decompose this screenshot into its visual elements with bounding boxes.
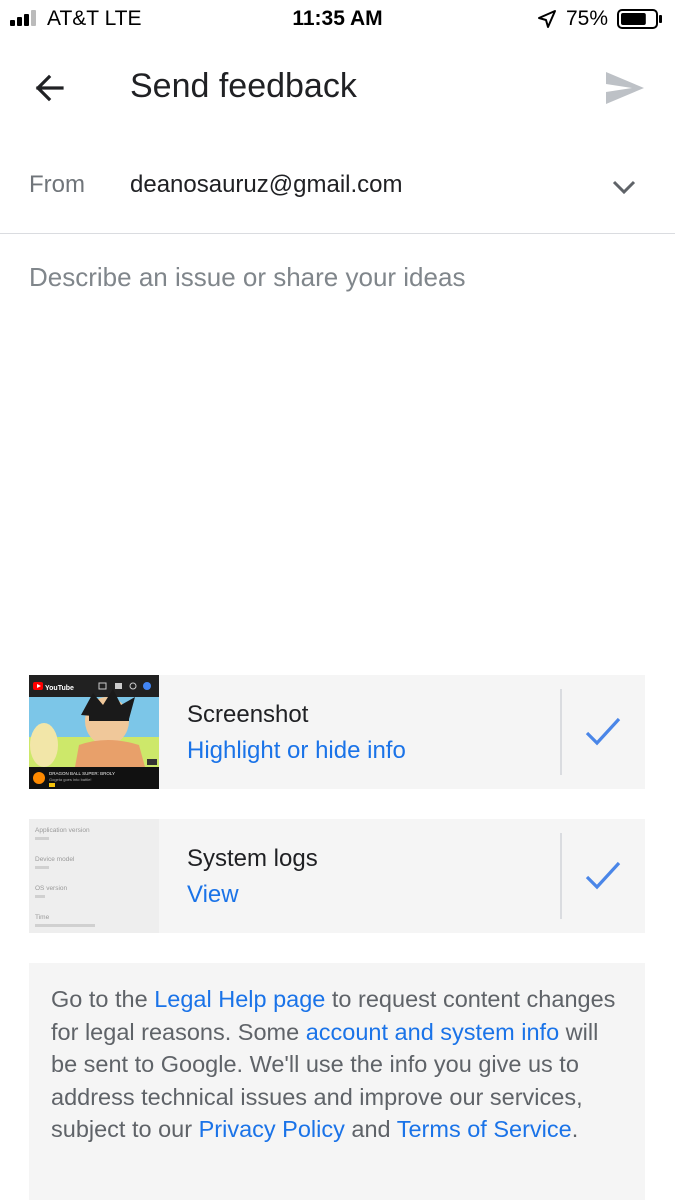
terms-of-service-link[interactable]: Terms of Service [397, 1116, 572, 1142]
send-icon[interactable] [600, 66, 648, 110]
thumb-video-title: DRAGON BALL SUPER: BROLY [49, 771, 115, 776]
system-logs-thumbnail[interactable]: Application version Device model OS vers… [29, 819, 159, 933]
from-account-select[interactable]: deanosauruz@gmail.com [130, 171, 403, 199]
legal-notice: Go to the Legal Help page to request con… [29, 963, 645, 1200]
thumb-video-subtitle: Gogeta goes into battle! [49, 777, 91, 782]
thumb-app-name: YouTube [45, 685, 74, 692]
system-logs-label: System logs [187, 845, 318, 872]
app-bar: Send feedback [0, 40, 675, 135]
screenshot-attachment-card: YouTube DRAGON BALL SUPER: BROLY Gogeta … [29, 675, 645, 789]
page-title: Send feedback [130, 67, 357, 105]
account-and-system-info-link[interactable]: account and system info [306, 1019, 559, 1045]
from-label: From [29, 171, 85, 198]
privacy-policy-link[interactable]: Privacy Policy [199, 1116, 345, 1142]
feedback-description-input[interactable] [29, 262, 649, 642]
battery-percentage: 75% [566, 7, 609, 30]
highlight-or-hide-info-link[interactable]: Highlight or hide info [187, 737, 406, 765]
status-bar: AT&T LTE 11:35 AM 75% [0, 0, 675, 40]
system-logs-attachment-card: Application version Device model OS vers… [29, 819, 645, 933]
chevron-down-icon[interactable] [608, 175, 640, 199]
location-arrow-icon [538, 10, 556, 28]
log-field-label: Time [35, 914, 50, 921]
legal-notice-text: Go to the Legal Help page to request con… [51, 983, 626, 1146]
log-field-label: OS version [35, 885, 68, 892]
battery-icon [617, 9, 662, 29]
legal-text-segment: and [344, 1116, 397, 1142]
screenshot-include-checkmark-icon[interactable] [583, 715, 623, 749]
back-arrow-icon[interactable] [28, 66, 72, 110]
legal-text-segment: . [571, 1116, 579, 1142]
screenshot-label: Screenshot [187, 701, 309, 728]
screenshot-thumbnail[interactable]: YouTube DRAGON BALL SUPER: BROLY Gogeta … [29, 675, 159, 789]
view-system-logs-link[interactable]: View [187, 881, 239, 909]
log-field-label: Device model [35, 856, 75, 863]
system-logs-include-checkmark-icon[interactable] [583, 859, 623, 893]
card-divider [560, 833, 562, 919]
log-field-label: Application version [35, 827, 90, 834]
from-row[interactable]: From deanosauruz@gmail.com [0, 135, 675, 234]
legal-text-segment: Go to the [51, 986, 155, 1012]
legal-help-page-link[interactable]: Legal Help page [154, 986, 325, 1012]
card-divider [560, 689, 562, 775]
